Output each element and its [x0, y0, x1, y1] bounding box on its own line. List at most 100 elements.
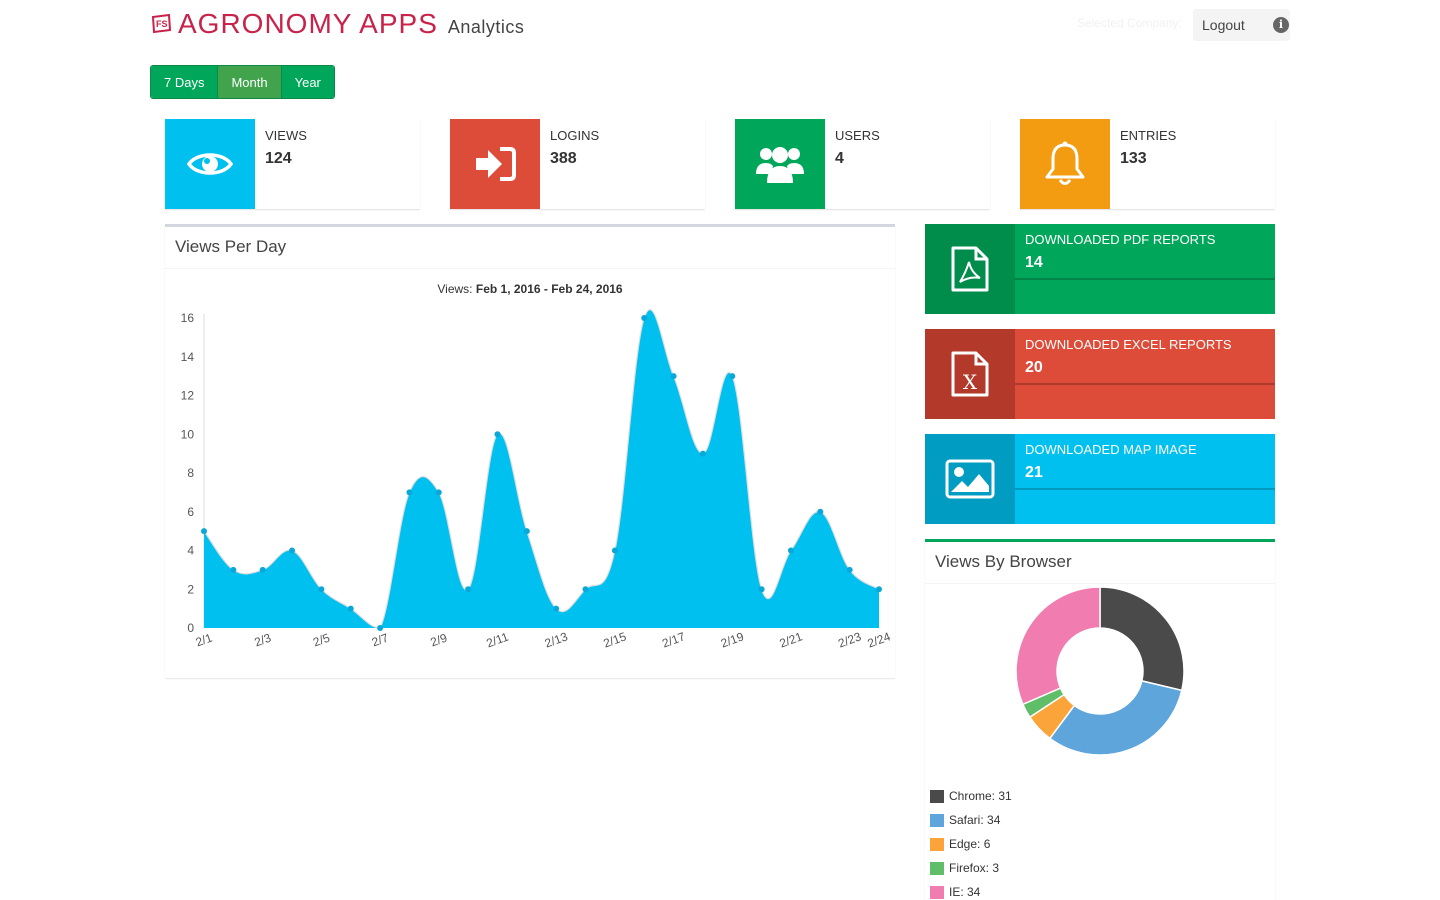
- range-7-days-button[interactable]: 7 Days: [151, 66, 219, 98]
- legend-swatch: [930, 837, 944, 851]
- pdf-progress-bar: [1015, 278, 1275, 280]
- logins-value: 388: [550, 150, 577, 167]
- users-value: 4: [835, 150, 844, 167]
- views-by-browser-title: Views By Browser: [925, 542, 1275, 584]
- map-image-downloads-value: 21: [1025, 464, 1043, 481]
- views-data-point[interactable]: [670, 373, 677, 380]
- views-data-point[interactable]: [318, 586, 325, 593]
- brand-name: AGRONOMY APPS: [178, 8, 438, 39]
- views-per-day-title: Views Per Day: [165, 227, 895, 269]
- browser-legend: Chrome: 31 Safari: 34 Edge: 6 Firefox: 3 IE:…: [930, 784, 1012, 900]
- selected-company-label: Selected Company:: [1077, 16, 1182, 30]
- x-tick-label: 2/15: [602, 629, 629, 650]
- legend-item-safari[interactable]: Safari: 34: [930, 808, 1012, 832]
- legend-item-chrome[interactable]: Chrome: 31: [930, 784, 1012, 808]
- excel-file-icon: X: [925, 329, 1015, 419]
- x-tick-label: 2/11: [485, 629, 511, 650]
- views-data-point[interactable]: [201, 528, 207, 535]
- x-tick-label: 2/23: [836, 629, 863, 650]
- x-tick-label: 2/9: [429, 630, 450, 649]
- info-icon[interactable]: i: [1273, 17, 1289, 33]
- views-data-point[interactable]: [406, 489, 413, 496]
- views-area-fill: [204, 309, 879, 628]
- map-image-downloads-box: DOWNLOADED MAP IMAGE 21: [925, 434, 1275, 524]
- brand[interactable]: FS AGRONOMY APPS Analytics: [150, 8, 524, 40]
- x-tick-label: 2/13: [543, 629, 570, 650]
- range-year-button[interactable]: Year: [281, 66, 334, 98]
- users-icon: [735, 119, 825, 209]
- legend-swatch: [930, 813, 944, 827]
- views-data-point[interactable]: [582, 586, 589, 593]
- donut-slice-chrome[interactable]: [1099, 587, 1185, 692]
- logins-label: LOGINS: [550, 128, 600, 143]
- excel-downloads-box: X DOWNLOADED EXCEL REPORTS 20: [925, 329, 1275, 419]
- views-data-point[interactable]: [435, 489, 442, 496]
- entries-stat-box: ENTRIES 133: [1020, 119, 1275, 209]
- views-data-point[interactable]: [876, 586, 882, 593]
- logins-stat-box: LOGINS 388: [450, 119, 705, 209]
- fs-logo-icon: FS: [151, 13, 172, 34]
- y-tick-label: 8: [187, 466, 194, 480]
- views-stat-box: VIEWS 124: [165, 119, 420, 209]
- views-data-point[interactable]: [817, 508, 824, 515]
- pdf-downloads-value: 14: [1025, 254, 1043, 271]
- legend-item-firefox[interactable]: Firefox: 3: [930, 856, 1012, 880]
- entries-label: ENTRIES: [1120, 128, 1177, 143]
- views-data-point[interactable]: [523, 528, 530, 535]
- views-by-browser-box: Views By Browser Chrome: 31 Safari: 34 Edg…: [925, 539, 1275, 900]
- excel-downloads-label: DOWNLOADED EXCEL REPORTS: [1025, 337, 1232, 352]
- views-data-point[interactable]: [699, 450, 706, 457]
- sign-in-icon: [450, 119, 540, 209]
- date-range-button-group: 7 Days Month Year: [150, 65, 335, 99]
- map-image-progress-bar: [1015, 488, 1275, 490]
- bell-icon: [1020, 119, 1110, 209]
- views-data-point[interactable]: [641, 315, 648, 321]
- views-data-point[interactable]: [465, 586, 472, 593]
- entries-value: 133: [1120, 150, 1147, 167]
- views-value: 124: [265, 150, 292, 167]
- views-data-point[interactable]: [846, 566, 853, 573]
- svg-text:FS: FS: [156, 19, 168, 29]
- legend-item-edge[interactable]: Edge: 6: [930, 832, 1012, 856]
- donut-slice-safari[interactable]: [1048, 680, 1183, 756]
- views-data-point[interactable]: [259, 566, 266, 573]
- legend-label: IE: 34: [949, 885, 981, 899]
- brand-subtitle: Analytics: [447, 17, 525, 37]
- legend-label: Edge: 6: [949, 837, 991, 851]
- donut-slice-ie[interactable]: [1015, 587, 1101, 706]
- pdf-downloads-box: DOWNLOADED PDF REPORTS 14: [925, 224, 1275, 314]
- legend-item-ie[interactable]: IE: 34: [930, 880, 1012, 900]
- views-data-point[interactable]: [729, 373, 736, 380]
- views-data-point[interactable]: [289, 547, 296, 554]
- views-data-point[interactable]: [230, 566, 237, 573]
- views-data-point[interactable]: [758, 586, 765, 593]
- users-stat-box: USERS 4: [735, 119, 990, 209]
- excel-progress-bar: [1015, 383, 1275, 385]
- x-tick-label: 2/19: [719, 629, 746, 650]
- views-data-point[interactable]: [377, 625, 384, 631]
- x-tick-label: 2/24: [866, 629, 893, 650]
- image-icon: [925, 434, 1015, 524]
- map-image-downloads-label: DOWNLOADED MAP IMAGE: [1025, 442, 1197, 457]
- x-tick-label: 2/17: [660, 629, 687, 650]
- browser-donut-chart: [1015, 587, 1185, 756]
- y-tick-label: 2: [187, 582, 194, 596]
- views-data-point[interactable]: [494, 431, 501, 438]
- legend-swatch: [930, 861, 944, 875]
- range-month-button[interactable]: Month: [218, 66, 282, 98]
- views-data-point[interactable]: [553, 605, 560, 612]
- legend-label: Safari: 34: [949, 813, 1001, 827]
- legend-swatch: [930, 885, 944, 899]
- y-tick-label: 12: [181, 389, 195, 403]
- users-label: USERS: [835, 128, 880, 143]
- views-label: VIEWS: [265, 128, 307, 143]
- views-data-point[interactable]: [611, 547, 618, 554]
- x-tick-label: 2/21: [778, 629, 805, 650]
- x-tick-label: 2/7: [370, 630, 391, 649]
- pdf-file-icon: [925, 224, 1015, 314]
- views-data-point[interactable]: [787, 547, 794, 554]
- x-tick-label: 2/5: [311, 630, 332, 649]
- legend-swatch: [930, 789, 944, 803]
- svg-text:X: X: [963, 370, 978, 394]
- views-data-point[interactable]: [347, 605, 354, 612]
